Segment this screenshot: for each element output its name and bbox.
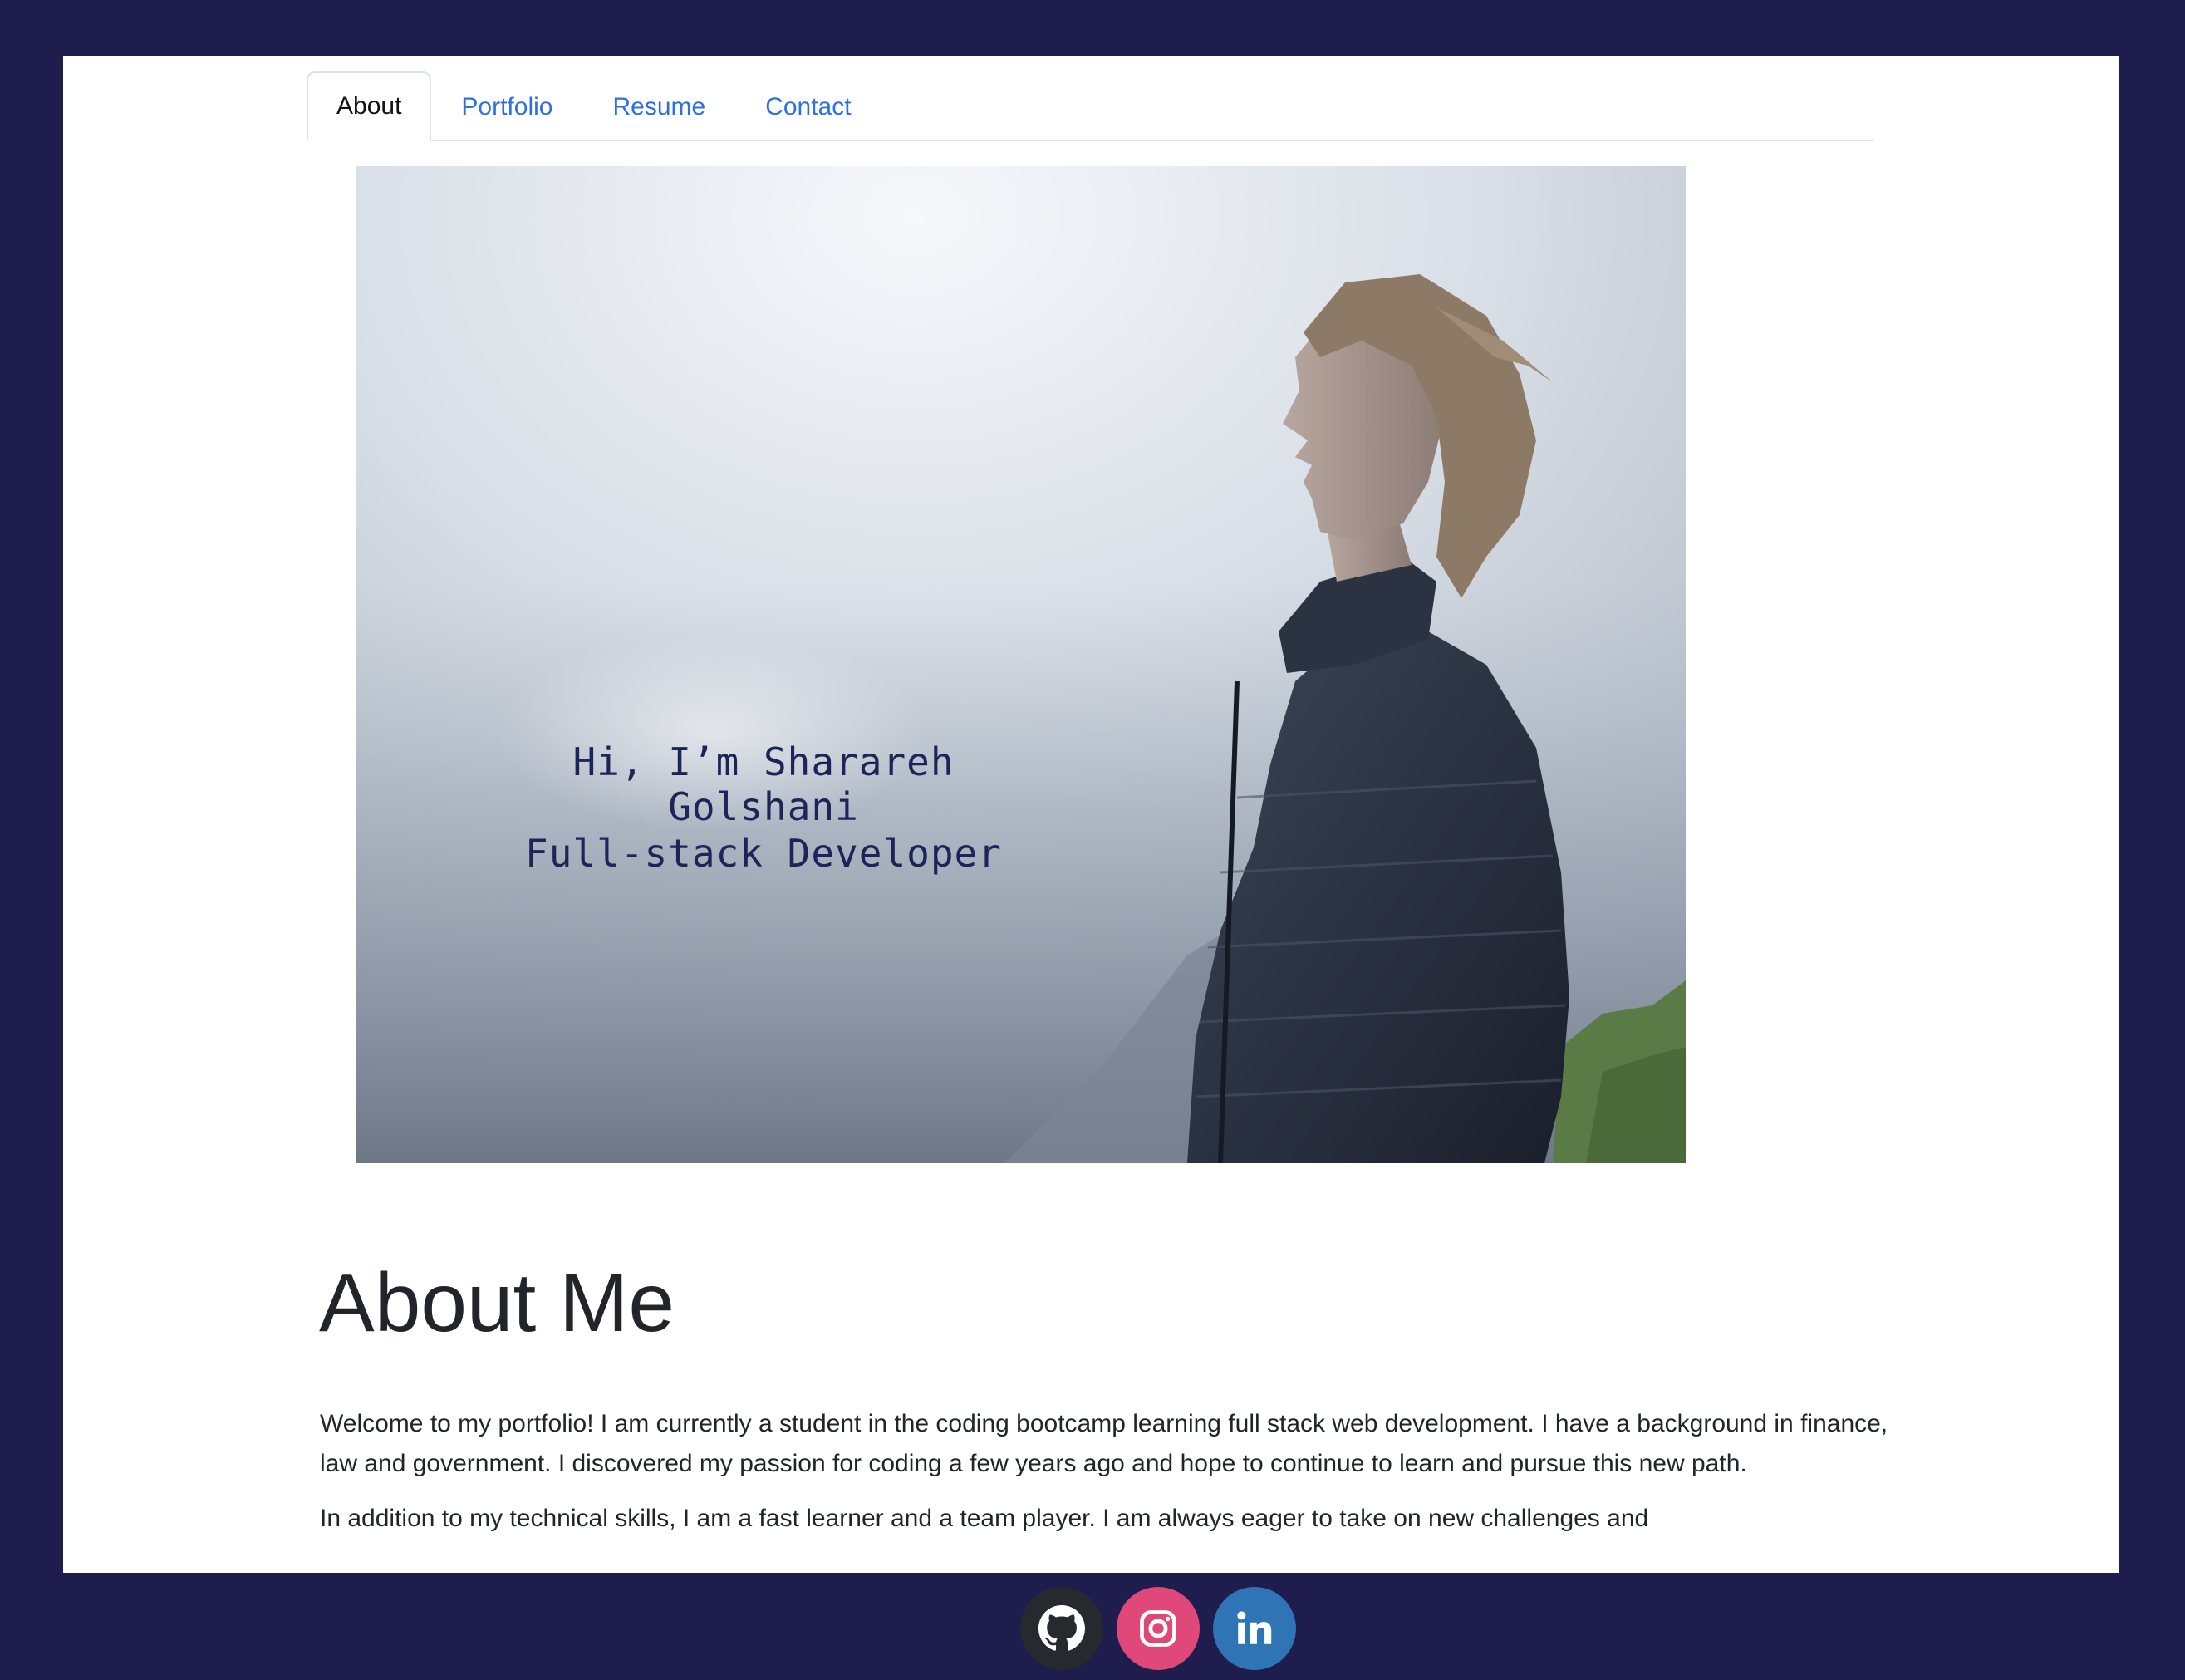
github-button[interactable] <box>1020 1587 1103 1670</box>
tab-about[interactable]: About <box>307 71 432 141</box>
social-links <box>1020 1587 1296 1670</box>
tab-contact[interactable]: Contact <box>735 73 881 141</box>
instagram-icon <box>1140 1610 1176 1647</box>
hero-overlay: Hi, I’m Sharareh Golshani Full-stack Dev… <box>356 166 1686 1163</box>
linkedin-button[interactable] <box>1213 1587 1296 1670</box>
hero-role: Full-stack Developer <box>525 831 1002 876</box>
tab-portfolio[interactable]: Portfolio <box>431 73 582 141</box>
github-icon <box>1038 1605 1085 1651</box>
about-paragraph-2: In addition to my technical skills, I am… <box>320 1505 1649 1532</box>
about-paragraph-1: Welcome to my portfolio! I am currently … <box>320 1410 1888 1477</box>
page-card: About Portfolio Resume Contact Hi, I’m S… <box>63 56 2119 1573</box>
instagram-button[interactable] <box>1117 1587 1200 1670</box>
hero-greeting: Hi, I’m Sharareh Golshani <box>572 739 955 829</box>
about-title: About Me <box>319 1256 675 1349</box>
tab-resume[interactable]: Resume <box>582 73 735 141</box>
nav-tabs: About Portfolio Resume Contact <box>307 70 1874 141</box>
about-text: Welcome to my portfolio! I am currently … <box>320 1404 1915 1554</box>
linkedin-icon <box>1237 1611 1272 1644</box>
hero-image: Hi, I’m Sharareh Golshani Full-stack Dev… <box>356 166 1686 1163</box>
